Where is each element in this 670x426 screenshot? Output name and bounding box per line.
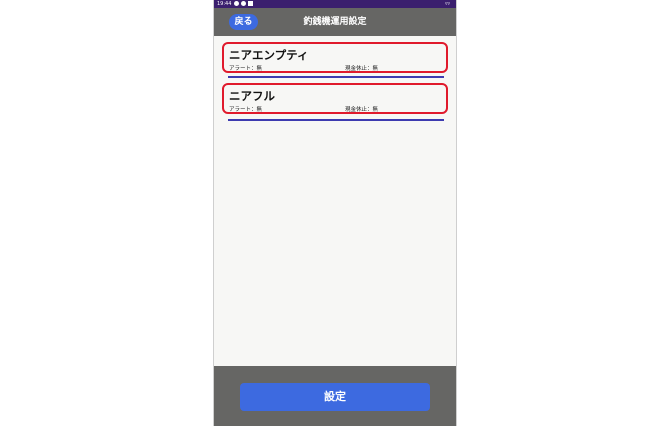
item-alert-status: アラート：無	[229, 107, 263, 113]
set-button[interactable]: 設定	[240, 383, 430, 411]
list-item-near-full[interactable]: ニアフル アラート：無 現金休止：無	[222, 83, 448, 114]
device-screen: 19:44 ▿▿ 戻る 釣銭機運用設定 ニアエンプティ アラート：無 現金休止：…	[213, 0, 457, 426]
bottom-bar: 設定	[214, 366, 456, 426]
item-name: ニアフル	[229, 89, 275, 103]
divider	[228, 119, 444, 121]
app-bar: 戻る 釣銭機運用設定	[214, 8, 456, 36]
item-alert-status: アラート：無	[229, 66, 263, 72]
signal-icon: ▿▿	[444, 1, 450, 7]
back-button[interactable]: 戻る	[229, 14, 258, 30]
settings-icon	[234, 1, 239, 6]
status-bar: 19:44 ▿▿	[214, 0, 456, 8]
divider	[228, 76, 444, 78]
status-time: 19:44	[217, 1, 232, 7]
item-stop-status: 現金休止：無	[345, 107, 379, 113]
status-icons	[234, 1, 253, 6]
item-stop-status: 現金休止：無	[345, 66, 379, 72]
list-item-near-empty[interactable]: ニアエンプティ アラート：無 現金休止：無	[222, 42, 448, 73]
app-icon	[248, 1, 253, 6]
notification-icon	[241, 1, 246, 6]
item-name: ニアエンプティ	[229, 48, 309, 62]
